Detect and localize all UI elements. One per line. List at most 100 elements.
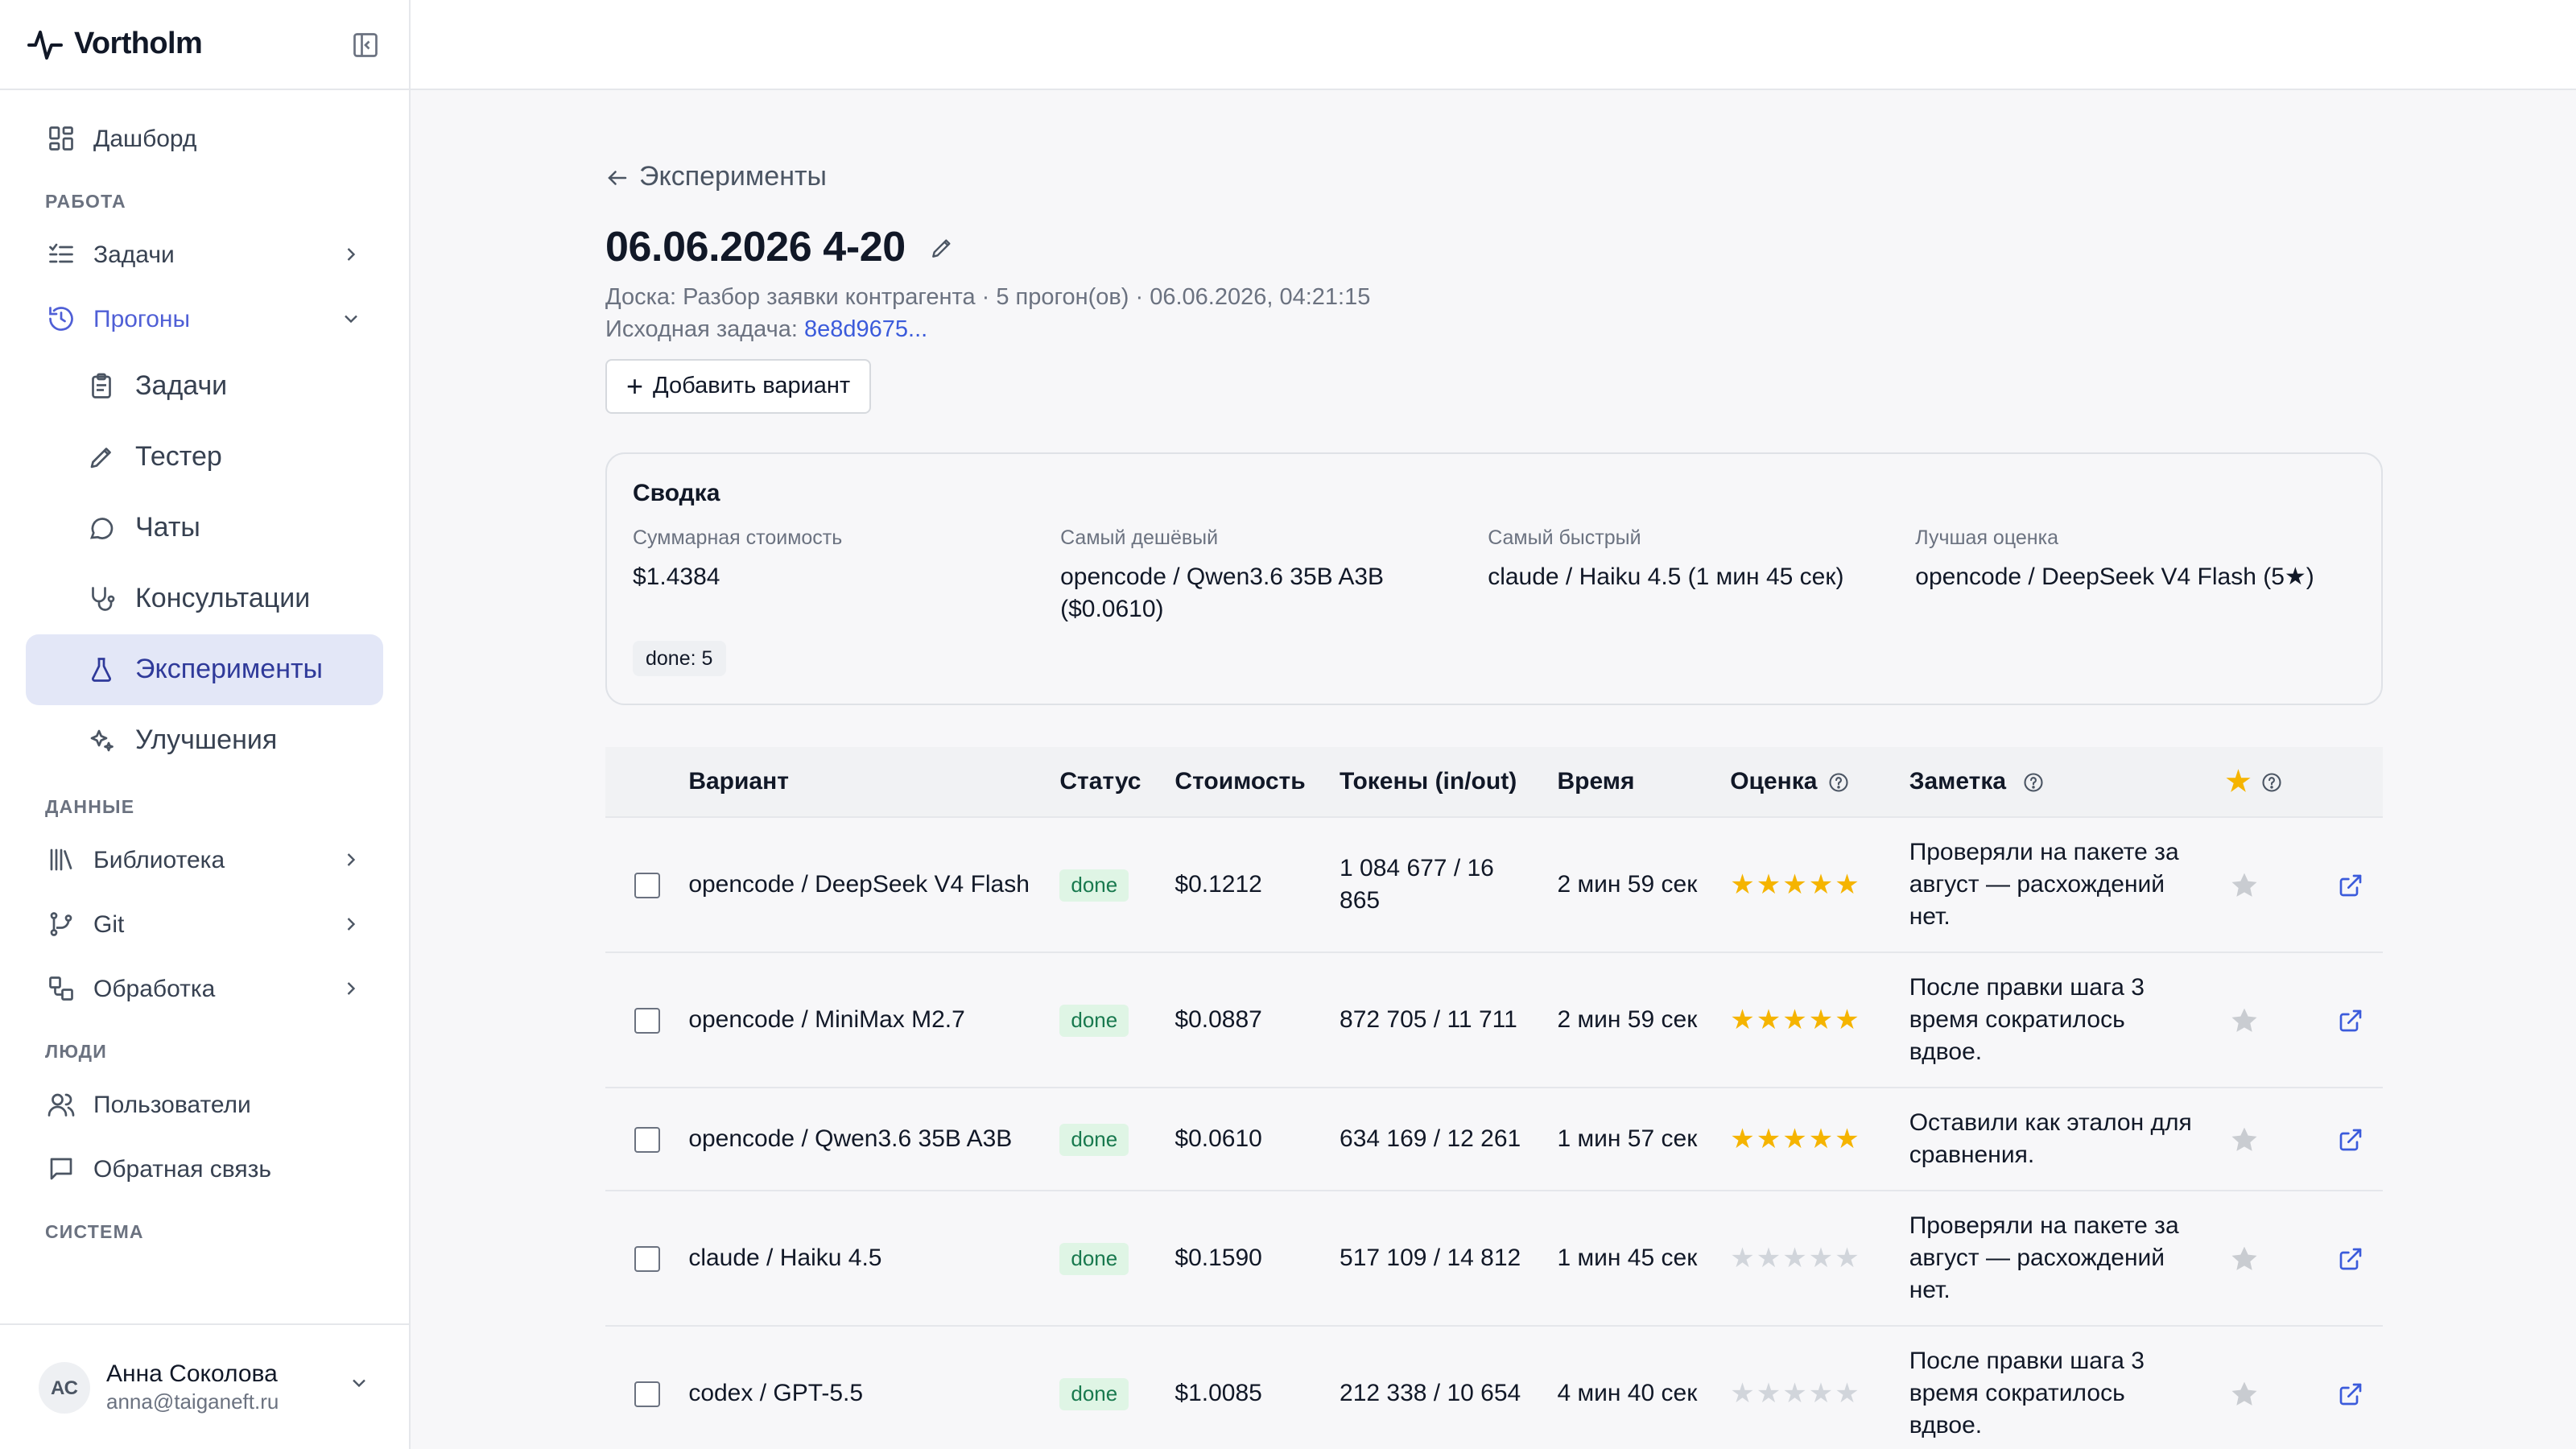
favorite-toggle[interactable]	[2226, 1121, 2261, 1157]
sidebar-item-processing[interactable]: Обработка	[26, 956, 383, 1021]
sidebar-item-label: Задачи	[93, 241, 175, 268]
add-variant-button[interactable]: + Добавить вариант	[605, 359, 872, 414]
help-icon[interactable]	[1827, 770, 1849, 793]
favorite-toggle[interactable]	[2226, 867, 2261, 902]
note-text[interactable]: Проверяли на пакете за август — расхожде…	[1909, 836, 2227, 933]
note-text[interactable]: Проверяли на пакете за август — расхожде…	[1909, 1210, 2227, 1307]
rating-star-icon[interactable]: ★	[1835, 1006, 1860, 1034]
table-header: Вариант Статус Стоимость Токены (in/out)…	[605, 747, 2383, 818]
note-text[interactable]: Оставили как эталон для сравнения.	[1909, 1107, 2227, 1171]
rating-star-icon[interactable]: ★	[1809, 1006, 1834, 1034]
page-title: 06.06.2026 4-20	[605, 222, 906, 270]
rating-stars[interactable]: ★ ★ ★ ★ ★	[1730, 1245, 1861, 1272]
rating-star-icon[interactable]: ★	[1835, 1245, 1860, 1272]
rating-stars[interactable]: ★ ★ ★ ★ ★	[1730, 1125, 1861, 1153]
collapse-sidebar-button[interactable]	[348, 27, 383, 62]
sidebar-item-runs[interactable]: Прогоны	[26, 287, 383, 351]
rating-star-icon[interactable]: ★	[1782, 1380, 1807, 1407]
rating-star-icon[interactable]: ★	[1835, 1125, 1860, 1153]
open-run-link[interactable]	[2334, 1004, 2367, 1036]
header-tokens[interactable]: Токены (in/out)	[1340, 766, 1557, 798]
open-run-link[interactable]	[2334, 1242, 2367, 1274]
rating-star-icon[interactable]: ★	[1730, 1245, 1755, 1272]
row-checkbox[interactable]	[634, 1245, 660, 1271]
help-icon[interactable]	[2260, 770, 2283, 793]
summary-label: Самый быстрый	[1488, 526, 1641, 549]
section-label-system: СИСТЕМА	[45, 1224, 144, 1243]
rating-star-icon[interactable]: ★	[1757, 871, 1781, 898]
edit-title-button[interactable]	[925, 229, 960, 265]
rating-stars[interactable]: ★ ★ ★ ★ ★	[1730, 1006, 1861, 1034]
rating-star-icon[interactable]: ★	[1730, 871, 1755, 898]
favorite-toggle[interactable]	[2226, 1376, 2261, 1411]
help-icon[interactable]	[2022, 770, 2045, 793]
header-cost[interactable]: Стоимость	[1174, 768, 1340, 795]
row-checkbox[interactable]	[634, 1126, 660, 1152]
summary-value: claude / Haiku 4.5 (1 мин 45 сек)	[1488, 564, 1844, 591]
rating-star-icon[interactable]: ★	[1835, 871, 1860, 898]
sidebar-item-library[interactable]: Библиотека	[26, 828, 383, 892]
open-run-link[interactable]	[2334, 1123, 2367, 1155]
rating-star-icon[interactable]: ★	[1809, 1380, 1834, 1407]
sidebar-subitem-improvements[interactable]: Улучшения	[26, 705, 383, 776]
rating-stars[interactable]: ★ ★ ★ ★ ★	[1730, 1380, 1861, 1407]
open-run-link[interactable]	[2334, 1377, 2367, 1410]
star-icon: ★	[2226, 766, 2251, 797]
rating-star-icon[interactable]: ★	[1809, 871, 1834, 898]
rating-star-icon[interactable]: ★	[1757, 1245, 1781, 1272]
header-time[interactable]: Время	[1558, 766, 1731, 798]
row-checkbox[interactable]	[634, 872, 660, 898]
rating-star-icon[interactable]: ★	[1782, 1006, 1807, 1034]
status-badge: done	[1059, 1242, 1129, 1274]
header-note[interactable]: Заметка	[1909, 766, 2227, 798]
open-run-link[interactable]	[2334, 869, 2367, 901]
rating-star-icon[interactable]: ★	[1757, 1006, 1781, 1034]
row-checkbox[interactable]	[634, 1381, 660, 1406]
open-cell	[2319, 1377, 2383, 1410]
sidebar-subitem-chats[interactable]: Чаты	[26, 493, 383, 564]
stethoscope-icon	[84, 581, 119, 617]
note-text[interactable]: После правки шага 3 время сократилось вд…	[1909, 1345, 2227, 1442]
rating-star-icon[interactable]: ★	[1730, 1125, 1755, 1153]
summary-label: Лучшая оценка	[1915, 526, 2058, 549]
open-cell	[2319, 869, 2383, 901]
rating-star-icon[interactable]: ★	[1782, 1245, 1807, 1272]
header-status[interactable]: Статус	[1059, 768, 1174, 795]
rating-star-icon[interactable]: ★	[1809, 1245, 1834, 1272]
rating-star-icon[interactable]: ★	[1757, 1380, 1781, 1407]
source-task-link[interactable]: 8e8d9675...	[804, 317, 927, 343]
sidebar-item-label: Задачи	[135, 370, 228, 401]
sidebar-subitem-experiments[interactable]: Эксперименты	[26, 634, 383, 705]
cost-value: $0.1590	[1174, 1245, 1262, 1272]
rating-star-icon[interactable]: ★	[1835, 1380, 1860, 1407]
favorite-cell	[2226, 1241, 2318, 1276]
rating-star-icon[interactable]: ★	[1757, 1125, 1781, 1153]
row-select-cell	[605, 1245, 688, 1271]
rating-star-icon[interactable]: ★	[1730, 1380, 1755, 1407]
header-rating[interactable]: Оценка	[1730, 768, 1909, 795]
sidebar-item-users[interactable]: Пользователи	[26, 1072, 383, 1137]
sidebar-item-feedback[interactable]: Обратная связь	[26, 1137, 383, 1201]
sidebar-subitem-tasks[interactable]: Задачи	[26, 351, 383, 422]
rating-star-icon[interactable]: ★	[1782, 871, 1807, 898]
rating-stars[interactable]: ★ ★ ★ ★ ★	[1730, 871, 1861, 898]
section-label-work: РАБОТА	[45, 193, 126, 213]
sidebar-item-dashboard[interactable]: Дашборд	[26, 106, 383, 171]
header-variant[interactable]: Вариант	[688, 766, 1059, 798]
header-favorite[interactable]: ★	[2226, 768, 2318, 795]
user-menu[interactable]: АС Анна Соколова anna@taiganeft.ru	[0, 1323, 409, 1449]
favorite-toggle[interactable]	[2226, 1241, 2261, 1276]
sidebar-item-tasks[interactable]: Задачи	[26, 222, 383, 287]
sidebar-subitem-consultations[interactable]: Консультации	[26, 564, 383, 634]
time-value: 2 мин 59 сек	[1557, 870, 1698, 898]
rating-star-icon[interactable]: ★	[1809, 1125, 1834, 1153]
rating-star-icon[interactable]: ★	[1782, 1125, 1807, 1153]
rating-star-icon[interactable]: ★	[1730, 1006, 1755, 1034]
row-checkbox[interactable]	[634, 1007, 660, 1033]
sidebar-item-git[interactable]: Git	[26, 892, 383, 956]
sidebar-subitem-tester[interactable]: Тестер	[26, 422, 383, 493]
chat-bubble-icon	[84, 510, 119, 546]
note-text[interactable]: После правки шага 3 время сократилось вд…	[1909, 972, 2227, 1068]
favorite-toggle[interactable]	[2226, 1002, 2261, 1038]
back-link[interactable]: Эксперименты	[605, 161, 827, 193]
